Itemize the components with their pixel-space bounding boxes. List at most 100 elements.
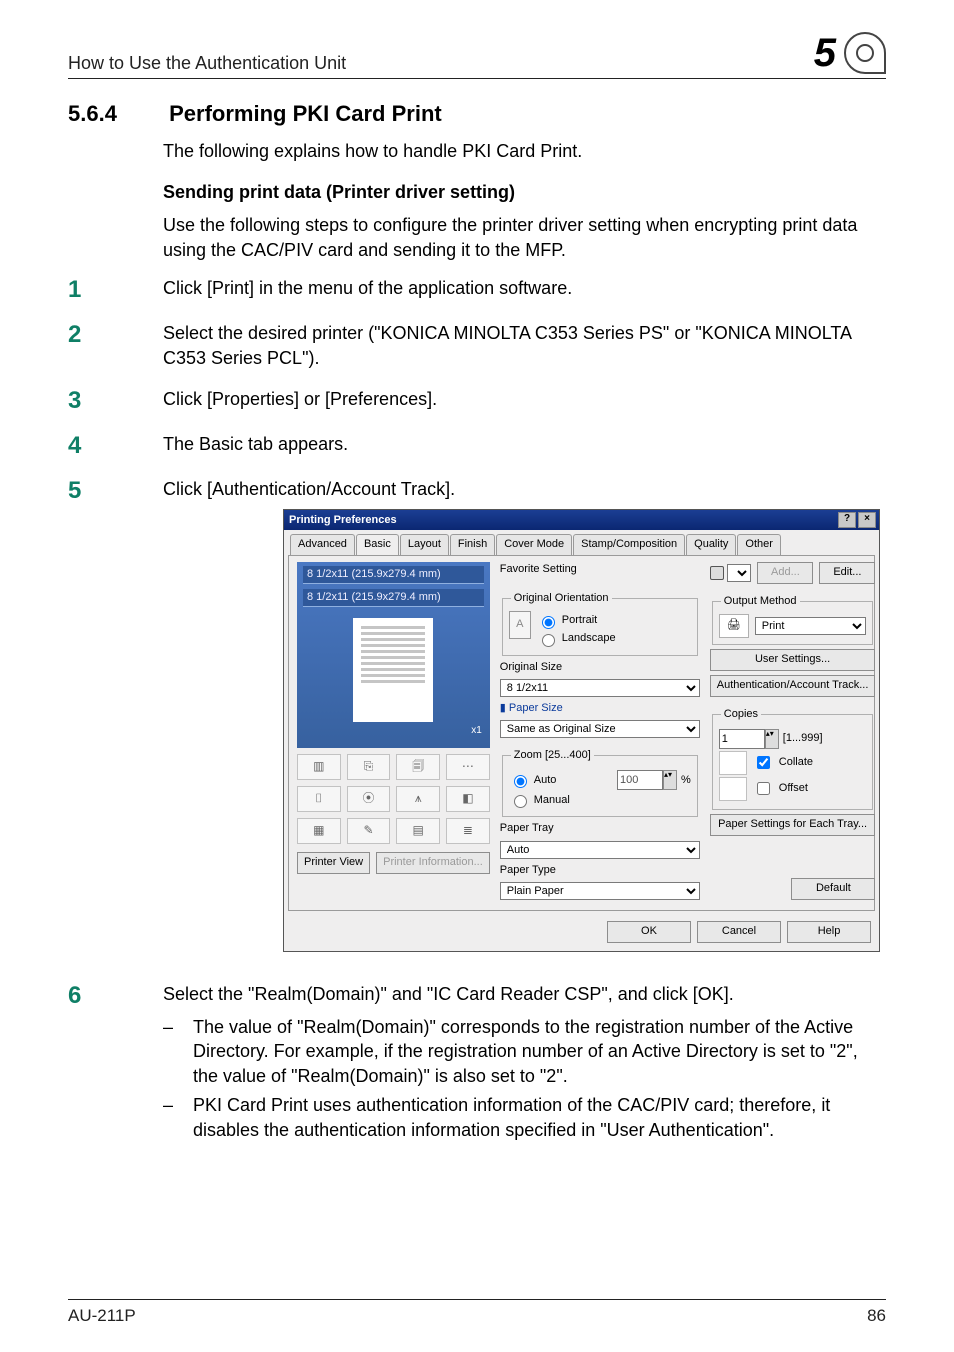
cancel-button[interactable]: Cancel <box>697 921 781 943</box>
portrait-radio[interactable] <box>542 616 555 629</box>
favorite-setting-dropdown[interactable]: Default Setting <box>710 564 752 582</box>
zoom-spin[interactable]: ▴▾ <box>663 770 677 790</box>
punch-icon[interactable]: ⦿ <box>347 786 391 812</box>
help-button[interactable]: Help <box>787 921 871 943</box>
favorite-edit-button[interactable]: Edit... <box>819 562 875 584</box>
tab-quality[interactable]: Quality <box>686 534 736 554</box>
quality-icon[interactable]: ≣ <box>446 818 490 844</box>
favorite-add-button[interactable]: Add... <box>757 562 813 584</box>
preview-scale-label: x1 <box>303 722 484 740</box>
help-window-button[interactable]: ? <box>838 512 856 528</box>
step-number: 1 <box>68 276 163 305</box>
tab-other[interactable]: Other <box>737 534 781 554</box>
booklet-icon[interactable]: 🗐 <box>396 754 440 780</box>
copies-spin[interactable]: ▴▾ <box>765 729 779 749</box>
paper-tray-select[interactable]: Auto <box>500 841 700 859</box>
collate-icon <box>719 751 747 775</box>
overlay-icon[interactable]: ▤ <box>396 818 440 844</box>
copies-group: Copies ▴▾ [1...999] <box>712 707 874 810</box>
step-number: 2 <box>68 321 163 350</box>
section-heading: 5.6.4 Performing PKI Card Print <box>68 101 886 127</box>
auth-account-track-button[interactable]: Authentication/Account Track... <box>710 675 876 697</box>
page-header: How to Use the Authentication Unit 5 <box>68 32 886 79</box>
tab-panel-basic: 8 1/2x11 (215.9x279.4 mm) 8 1/2x11 (215.… <box>288 555 875 911</box>
paper-type-select[interactable]: Plain Paper <box>500 882 700 900</box>
tab-strip: Advanced Basic Layout Finish Cover Mode … <box>284 530 879 554</box>
paper-size-select[interactable]: Same as Original Size <box>500 720 700 738</box>
sub-text: PKI Card Print uses authentication infor… <box>193 1093 886 1143</box>
copies-input[interactable] <box>719 729 765 749</box>
landscape-label: Landscape <box>562 631 616 646</box>
paper-type-label: Paper Type <box>500 863 700 878</box>
step-text: The Basic tab appears. <box>163 432 886 457</box>
step-text: Click [Properties] or [Preferences]. <box>163 387 886 412</box>
user-settings-button[interactable]: User Settings... <box>710 649 876 671</box>
ok-button[interactable]: OK <box>607 921 691 943</box>
output-method-select[interactable]: Print <box>755 617 867 635</box>
favorite-setting-select[interactable]: Default Setting <box>727 564 752 582</box>
finishing-icon[interactable]: ⋯ <box>446 754 490 780</box>
tab-advanced[interactable]: Advanced <box>290 534 355 554</box>
layout-icon[interactable]: ▥ <box>297 754 341 780</box>
step-text: Select the desired printer ("KONICA MINO… <box>163 321 886 371</box>
staple-icon[interactable]: ⌷ <box>297 786 341 812</box>
step-text: Select the "Realm(Domain)" and "IC Card … <box>163 984 734 1004</box>
paper-size-label: ▮ Paper Size <box>500 701 700 716</box>
zoom-auto-radio[interactable] <box>514 775 527 788</box>
output-icon[interactable]: ◧ <box>446 786 490 812</box>
step-3: 3 Click [Properties] or [Preferences]. <box>163 387 886 416</box>
default-button[interactable]: Default <box>791 878 875 900</box>
group-label: Original Orientation <box>511 591 612 606</box>
running-title: How to Use the Authentication Unit <box>68 53 346 74</box>
tab-cover-mode[interactable]: Cover Mode <box>496 534 572 554</box>
fold-icon[interactable]: ⩚ <box>396 786 440 812</box>
sub-text: The value of "Realm(Domain)" corresponds… <box>193 1015 886 1089</box>
offset-icon <box>719 777 747 801</box>
original-size-label: Original Size <box>500 660 700 675</box>
list-item: – The value of "Realm(Domain)" correspon… <box>163 1015 886 1089</box>
binding-icon <box>844 32 886 74</box>
preview-page-icon <box>353 618 433 722</box>
subsection-heading: Sending print data (Printer driver setti… <box>163 182 886 203</box>
paper-tray-label: Paper Tray <box>500 821 700 836</box>
person-icon <box>710 566 724 580</box>
portrait-label: Portrait <box>562 613 597 628</box>
page-footer: AU-211P 86 <box>68 1299 886 1326</box>
preview-paper-size: 8 1/2x11 (215.9x279.4 mm) <box>303 589 484 607</box>
chapter-indicator: 5 <box>814 32 886 74</box>
printing-preferences-dialog: Printing Preferences ? × Advanced Basic … <box>283 509 880 951</box>
preview-column: 8 1/2x11 (215.9x279.4 mm) 8 1/2x11 (215.… <box>297 562 490 900</box>
tab-layout[interactable]: Layout <box>400 534 449 554</box>
zoom-manual-radio[interactable] <box>514 795 527 808</box>
list-item: – PKI Card Print uses authentication inf… <box>163 1093 886 1143</box>
tab-stamp-composition[interactable]: Stamp/Composition <box>573 534 685 554</box>
tab-basic[interactable]: Basic <box>356 534 399 554</box>
dialog-titlebar[interactable]: Printing Preferences ? × <box>284 510 879 530</box>
step-number: 5 <box>68 477 163 506</box>
original-size-select[interactable]: 8 1/2x11 <box>500 679 700 697</box>
middle-column: Favorite Setting Original Orientation A … <box>500 562 700 900</box>
preview-box: 8 1/2x11 (215.9x279.4 mm) 8 1/2x11 (215.… <box>297 562 490 748</box>
printer-view-button[interactable]: Printer View <box>297 852 370 874</box>
output-method-group: Output Method 🖨 Print <box>712 594 874 645</box>
group-label: Output Method <box>721 594 800 609</box>
step-number: 4 <box>68 432 163 461</box>
printer-information-button[interactable]: Printer Information... <box>376 852 490 874</box>
landscape-radio[interactable] <box>542 634 555 647</box>
close-window-button[interactable]: × <box>858 512 876 528</box>
collate-checkbox[interactable] <box>757 756 770 769</box>
group-label: Zoom [25...400] <box>511 748 594 763</box>
subsection-intro: Use the following steps to configure the… <box>163 213 886 263</box>
paper-settings-each-tray-button[interactable]: Paper Settings for Each Tray... <box>710 814 876 836</box>
right-column: Default Setting Add... Edit... Output Me… <box>710 562 876 900</box>
footer-right: 86 <box>867 1306 886 1326</box>
offset-label: Offset <box>779 781 808 796</box>
tab-finish[interactable]: Finish <box>450 534 495 554</box>
original-orientation-group: Original Orientation A Portrait Landscap… <box>502 591 698 656</box>
color-icon[interactable]: ▦ <box>297 818 341 844</box>
offset-checkbox[interactable] <box>757 782 770 795</box>
duplex-icon[interactable]: ⎘ <box>347 754 391 780</box>
watermark-icon[interactable]: ✎ <box>347 818 391 844</box>
section-number: 5.6.4 <box>68 101 163 127</box>
zoom-value-input[interactable] <box>617 770 663 790</box>
